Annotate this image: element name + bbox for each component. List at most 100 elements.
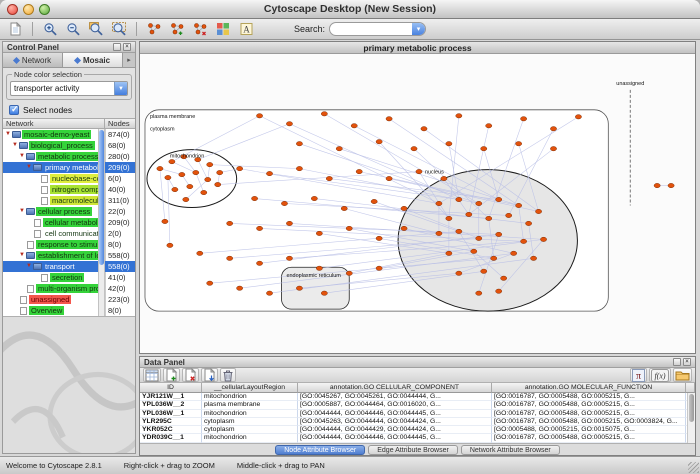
network-node[interactable]	[521, 239, 527, 243]
open-attribute-file-icon[interactable]	[673, 368, 692, 382]
network-node[interactable]	[486, 124, 492, 128]
tree-expander-icon[interactable]: ▼	[26, 162, 33, 173]
network-node[interactable]	[217, 170, 223, 174]
zoom-in-icon[interactable]	[40, 21, 60, 38]
tree-expander-icon[interactable]: ▼	[5, 129, 12, 140]
network-node[interactable]	[215, 182, 221, 186]
table-cell[interactable]: [GO:0016787, GO:0005488, GO:0005215, G..…	[492, 410, 686, 418]
table-cell[interactable]: [GO:0044444, GO:0044446, GO:0044445, G..…	[298, 410, 492, 418]
network-node[interactable]	[281, 201, 287, 205]
table-cell[interactable]: cytoplasm	[202, 418, 298, 426]
window-titlebar[interactable]: Cytoscape Desktop (New Session)	[0, 0, 700, 19]
network-node[interactable]	[526, 221, 532, 225]
close-window-button[interactable]	[7, 4, 18, 15]
network-canvas[interactable]: plasma membranecytoplasmmitochondrionnuc…	[140, 54, 695, 353]
network-node[interactable]	[346, 226, 352, 230]
network-node[interactable]	[535, 209, 541, 213]
tree-row[interactable]: multi-organism pro...42(0)	[3, 283, 135, 294]
network-node[interactable]	[446, 142, 452, 146]
network-node[interactable]	[471, 249, 477, 253]
network-node[interactable]	[516, 203, 522, 207]
network-node[interactable]	[376, 266, 382, 270]
network-node[interactable]	[346, 271, 352, 275]
tree-row[interactable]: ▼metabolic process280(0)	[3, 151, 135, 162]
network-node[interactable]	[476, 236, 482, 240]
network-node[interactable]	[316, 266, 322, 270]
tab-mosaic[interactable]: Mosaic	[63, 53, 123, 67]
network-node[interactable]	[286, 221, 292, 225]
tree-expander-icon[interactable]: ▼	[19, 206, 26, 217]
tab-node-attribute-browser[interactable]: Node Attribute Browser	[275, 445, 365, 455]
control-panel-float-icon[interactable]	[113, 43, 121, 51]
network-node[interactable]	[179, 172, 185, 176]
network-node[interactable]	[326, 176, 332, 180]
network-node[interactable]	[654, 183, 660, 187]
network-node[interactable]	[516, 142, 522, 146]
network-node[interactable]	[157, 166, 163, 170]
network-node[interactable]	[501, 276, 507, 280]
tree-row[interactable]: Overview8(0)	[3, 305, 135, 316]
table-cell[interactable]: YKR052C	[140, 426, 202, 434]
select-attributes-icon[interactable]	[143, 368, 161, 382]
network-node[interactable]	[530, 256, 536, 260]
network-node[interactable]	[491, 256, 497, 260]
tree-row[interactable]: ▼cellular process22(0)	[3, 206, 135, 217]
network-node[interactable]	[436, 201, 442, 205]
tab-scroll-right-icon[interactable]: ▸	[123, 53, 135, 67]
network-node[interactable]	[481, 146, 487, 150]
clear-attribute-icon[interactable]	[220, 368, 236, 382]
zoom-out-icon[interactable]	[63, 21, 83, 38]
network-node[interactable]	[197, 251, 203, 255]
network-node[interactable]	[356, 169, 362, 173]
tree-expander-icon[interactable]: ▼	[19, 250, 26, 261]
data-panel-float-icon[interactable]	[673, 358, 681, 366]
new-session-icon[interactable]	[5, 21, 25, 38]
network-node[interactable]	[251, 196, 257, 200]
table-cell[interactable]: [GO:0044444, GO:0044429, GO:0044424, G..…	[298, 426, 492, 434]
import-attributes-icon[interactable]	[201, 368, 218, 382]
table-cell[interactable]: [GO:0045267, GO:0045261, GO:0044444, G..…	[298, 393, 492, 401]
tree-scrollbar[interactable]	[98, 129, 105, 316]
tree-row[interactable]: unassigned223(0)	[3, 294, 135, 305]
create-attribute-icon[interactable]	[163, 368, 180, 382]
tree-row[interactable]: secretion41(0)	[3, 272, 135, 283]
network-node[interactable]	[167, 243, 173, 247]
create-network-view-icon[interactable]	[167, 21, 187, 38]
table-cell[interactable]: [GO:0045263, GO:0044444, GO:0044424, G..…	[298, 418, 492, 426]
column-header[interactable]: annotation.GO MOLECULAR_FUNCTION	[492, 383, 686, 393]
network-node[interactable]	[386, 176, 392, 180]
network-node[interactable]	[456, 271, 462, 275]
network-node[interactable]	[550, 127, 556, 131]
tree-row[interactable]: ▼establishment of lo...558(0)	[3, 250, 135, 261]
network-node[interactable]	[456, 197, 462, 201]
node-color-dropdown[interactable]: transporter activity ▼	[10, 81, 128, 96]
network-node[interactable]	[496, 197, 502, 201]
network-node[interactable]	[205, 177, 211, 181]
network-node[interactable]	[411, 146, 417, 150]
tree-expander-icon[interactable]: ▼	[19, 151, 26, 162]
network-node[interactable]	[321, 291, 327, 295]
network-node[interactable]	[401, 226, 407, 230]
network-node[interactable]	[446, 216, 452, 220]
network-node[interactable]	[227, 221, 233, 225]
table-scrollbar-thumb[interactable]	[689, 394, 694, 422]
network-node[interactable]	[401, 206, 407, 210]
network-node[interactable]	[187, 184, 193, 188]
network-node[interactable]	[162, 219, 168, 223]
network-node[interactable]	[456, 229, 462, 233]
network-node[interactable]	[336, 146, 342, 150]
table-cell[interactable]: YDR039C__1	[140, 434, 202, 442]
equation-builder-icon[interactable]: π	[630, 368, 647, 382]
network-node[interactable]	[256, 261, 262, 265]
network-node[interactable]	[296, 142, 302, 146]
network-node[interactable]	[550, 146, 556, 150]
network-node[interactable]	[341, 206, 347, 210]
column-header[interactable]: annotation.GO CELLULAR_COMPONENT	[298, 383, 492, 393]
control-panel-close-icon[interactable]: ×	[123, 43, 131, 51]
network-node[interactable]	[511, 251, 517, 255]
network-node[interactable]	[172, 187, 178, 191]
delete-attribute-icon[interactable]	[182, 368, 199, 382]
vizmapper-icon[interactable]	[213, 21, 233, 38]
network-node[interactable]	[321, 112, 327, 116]
network-node[interactable]	[256, 114, 262, 118]
